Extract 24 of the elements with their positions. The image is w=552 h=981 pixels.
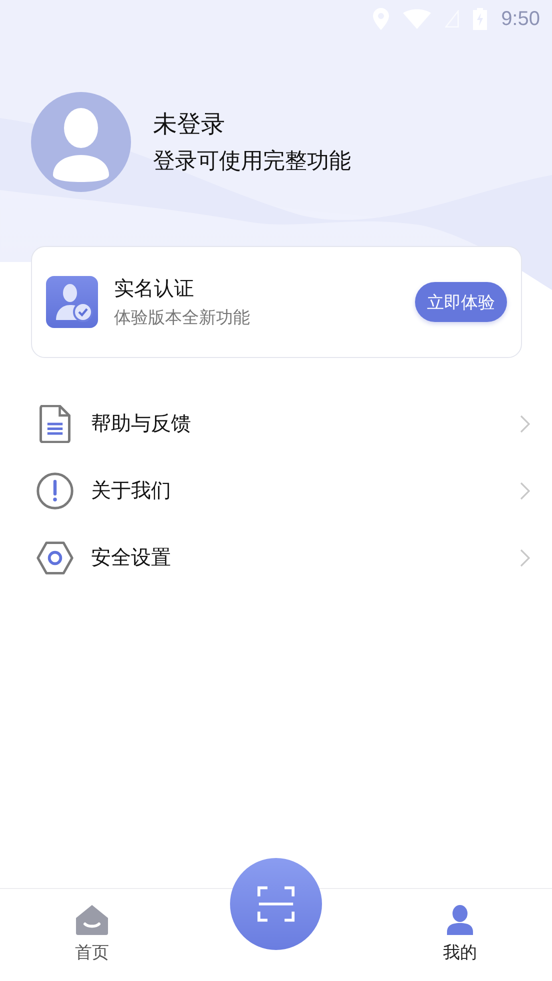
menu-label: 安全设置: [91, 544, 172, 571]
card-subtitle: 体验版本全新功能: [114, 307, 251, 329]
verified-user-icon: [46, 276, 98, 328]
avatar-icon: [31, 92, 131, 192]
alert-icon: [36, 472, 74, 510]
card-title: 实名认证: [114, 275, 195, 302]
user-icon: [444, 905, 476, 935]
menu-label: 关于我们: [91, 477, 172, 504]
clock-time: 9:50: [501, 8, 540, 30]
chevron-right-icon: [520, 482, 530, 500]
menu-item[interactable]: 安全设置: [0, 524, 552, 591]
menu-item[interactable]: 关于我们: [0, 457, 552, 524]
menu-label: 帮助与反馈: [91, 410, 192, 437]
chevron-right-icon: [520, 414, 530, 432]
login-hint: 登录可使用完整功能: [153, 148, 351, 176]
hexagon-settings-icon: [36, 538, 74, 576]
login-status: 未登录: [153, 109, 226, 140]
scan-icon: [257, 885, 295, 923]
home-icon: [76, 905, 108, 935]
chevron-right-icon: [520, 548, 530, 566]
tab-item[interactable]: 首页: [0, 889, 184, 981]
tab-item[interactable]: 我的: [368, 889, 552, 981]
menu-item[interactable]: 帮助与反馈: [0, 390, 552, 457]
try-now-button[interactable]: 立即体验: [415, 282, 507, 322]
